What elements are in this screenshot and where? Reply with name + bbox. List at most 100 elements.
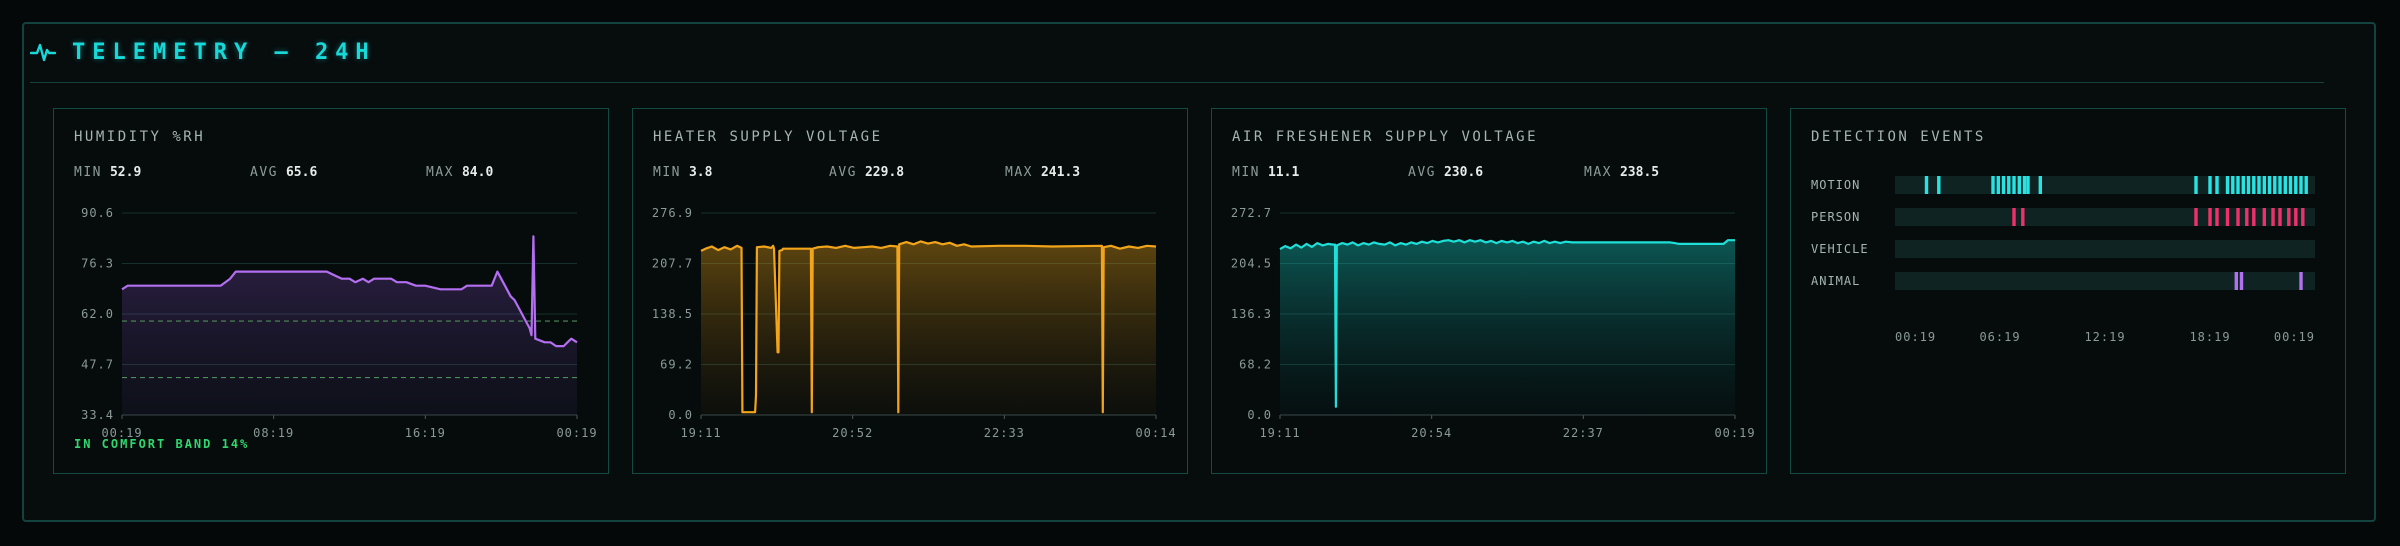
y-tick-label: 76.3 — [81, 257, 114, 271]
freshener-chart: 272.7 204.5 136.3 68.2 0.0 19:11 20:54 22:37 00:… — [1231, 206, 1755, 440]
x-tick-label: 20:52 — [832, 426, 873, 440]
y-tick-label: 276.9 — [652, 206, 693, 220]
row-track — [1895, 240, 2315, 258]
x-tick-label: 06:19 — [1979, 330, 2020, 344]
y-tick-label: 62.0 — [81, 307, 114, 321]
y-tick-label: 138.5 — [652, 307, 693, 321]
row-label: ANIMAL — [1811, 274, 1860, 288]
heater-panel: HEATER SUPPLY VOLTAGE MIN 3.8 AVG 229.8 MA… — [632, 108, 1188, 474]
header-divider — [30, 82, 2324, 83]
x-tick-label: 08:19 — [253, 426, 294, 440]
event-mark — [2294, 208, 2298, 226]
event-mark — [2231, 176, 2235, 194]
event-mark — [2022, 176, 2027, 194]
y-tick-label: 272.7 — [1231, 206, 1272, 220]
y-tick-label: 90.6 — [81, 206, 114, 220]
heater-chart: 276.9 207.7 138.5 69.2 0.0 19:11 20:52 22:33 00:… — [652, 206, 1176, 440]
row-label: MOTION — [1811, 178, 1860, 192]
x-tick-label: 18:19 — [2189, 330, 2230, 344]
x-tick-label: 12:19 — [2084, 330, 2125, 344]
event-mark — [2271, 208, 2275, 226]
y-tick-label: 69.2 — [660, 358, 693, 372]
humidity-panel: HUMIDITY %RH MIN 52.9 AVG 65.6 MAX 84.0 90.… — [53, 108, 609, 474]
event-mark — [2234, 272, 2238, 290]
y-tick-label: 0.0 — [668, 408, 693, 422]
header: TELEMETRY — 24H — [30, 32, 376, 72]
event-mark — [2021, 208, 2025, 226]
x-tick-label: 00:19 — [556, 426, 597, 440]
x-tick-label: 20:54 — [1411, 426, 1452, 440]
event-mark — [1996, 176, 2000, 194]
event-mark — [2026, 176, 2030, 194]
pulse-icon — [30, 41, 56, 63]
event-mark — [2287, 208, 2291, 226]
event-mark — [2262, 176, 2266, 194]
event-mark — [2239, 272, 2244, 290]
event-mark — [2257, 176, 2261, 194]
x-tick-label: 16:19 — [405, 426, 446, 440]
x-tick-label: 19:11 — [1259, 426, 1300, 440]
event-mark — [2225, 176, 2230, 194]
page-title: TELEMETRY — 24H — [72, 39, 376, 65]
y-tick-label: 0.0 — [1247, 408, 1272, 422]
event-mark — [2288, 176, 2293, 194]
event-mark — [2241, 176, 2245, 194]
event-mark — [2215, 208, 2219, 226]
event-mark — [1991, 176, 1995, 194]
freshener-panel: AIR FRESHENER SUPPLY VOLTAGE MIN 11.1 AVG… — [1211, 108, 1767, 474]
event-mark — [2012, 208, 2016, 226]
event-mark — [2301, 208, 2305, 226]
x-tick-label: 22:33 — [984, 426, 1025, 440]
row-label: PERSON — [1811, 210, 1860, 224]
x-tick-label: 00:19 — [1714, 426, 1755, 440]
event-mark — [2012, 176, 2016, 194]
detection-chart: MOTION PERSON VEHICLE ANIMAL 00:19 06:19 12:19… — [1811, 176, 2315, 344]
event-mark — [1924, 176, 1929, 194]
row-track — [1895, 208, 2315, 226]
event-mark — [2283, 176, 2287, 194]
comfort-band-label: IN COMFORT BAND 14% — [74, 437, 250, 451]
event-mark — [2246, 176, 2251, 194]
row-track — [1895, 272, 2315, 290]
y-tick-label: 136.3 — [1231, 307, 1272, 321]
event-mark — [2252, 208, 2256, 226]
y-tick-label: 204.5 — [1231, 257, 1272, 271]
event-mark — [2252, 176, 2256, 194]
event-mark — [2194, 176, 2198, 194]
event-mark — [2208, 176, 2212, 194]
event-mark — [2007, 176, 2011, 194]
event-mark — [2001, 176, 2006, 194]
detection-panel: DETECTION EVENTS MOTION PERSON VEHICLE ANIM… — [1790, 108, 2346, 474]
event-mark — [2304, 176, 2308, 194]
series-area — [701, 241, 1156, 415]
event-mark — [1937, 176, 1941, 194]
event-mark — [2278, 176, 2282, 194]
event-mark — [2273, 176, 2277, 194]
event-mark — [2225, 208, 2230, 226]
series-area — [1280, 240, 1735, 415]
event-mark — [2038, 176, 2042, 194]
y-tick-label: 47.7 — [81, 358, 114, 372]
x-tick-label: 00:19 — [1895, 330, 1936, 344]
event-mark — [2299, 272, 2303, 290]
event-mark — [2245, 208, 2249, 226]
y-tick-label: 33.4 — [81, 408, 114, 422]
humidity-chart: 90.676.362.047.733.400:19 08:19 16:19 00:19 — [81, 206, 597, 440]
event-mark — [2236, 208, 2240, 226]
event-mark — [2215, 176, 2219, 194]
x-tick-label: 19:11 — [680, 426, 721, 440]
event-mark — [2194, 208, 2198, 226]
y-tick-label: 68.2 — [1239, 358, 1272, 372]
event-mark — [2267, 176, 2272, 194]
x-tick-label: 22:37 — [1563, 426, 1604, 440]
row-label: VEHICLE — [1811, 242, 1869, 256]
event-mark — [2262, 208, 2266, 226]
event-mark — [2236, 176, 2240, 194]
event-mark — [2294, 176, 2298, 194]
event-mark — [2017, 176, 2021, 194]
event-mark — [2278, 208, 2282, 226]
row-track — [1895, 176, 2315, 194]
x-tick-label: 00:19 — [2274, 330, 2315, 344]
event-mark — [2299, 176, 2303, 194]
x-tick-label: 00:14 — [1135, 426, 1176, 440]
